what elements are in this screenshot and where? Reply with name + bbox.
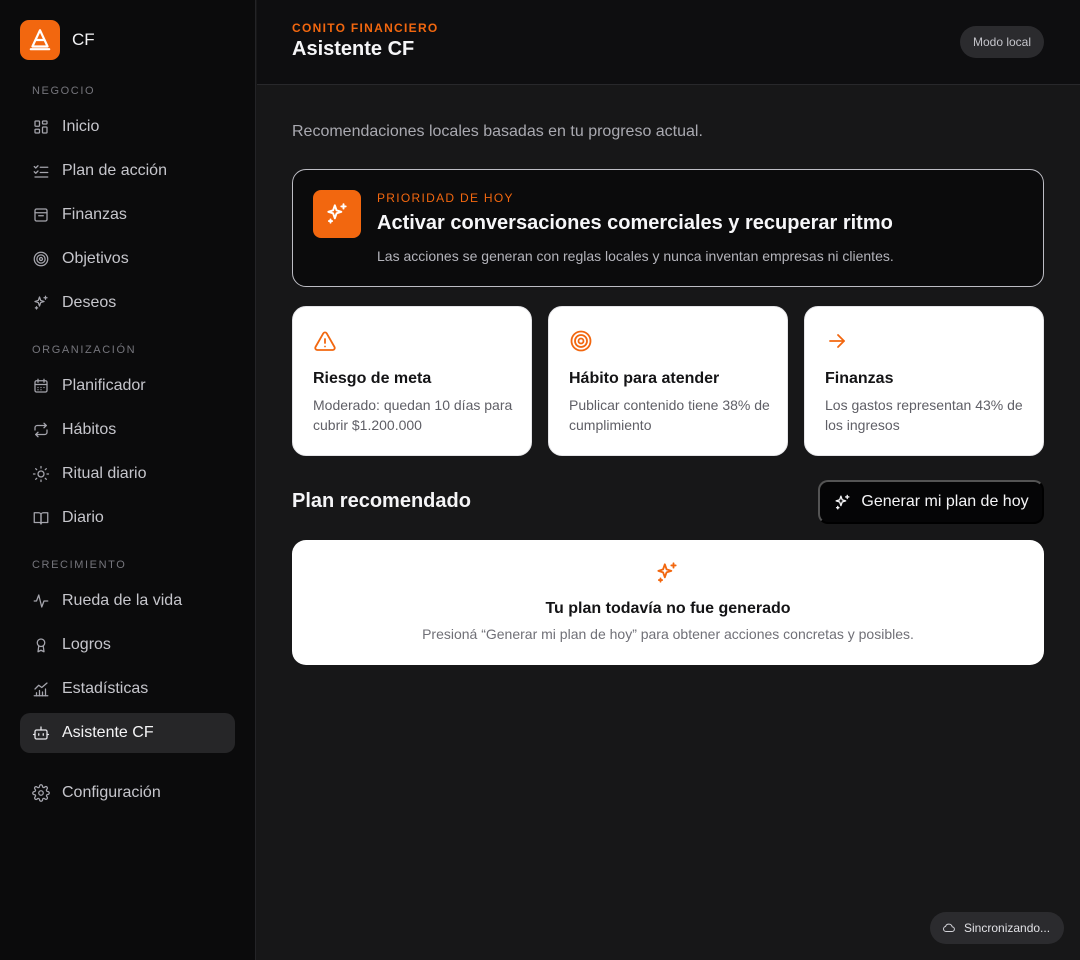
sidebar-item-label: Logros [62, 636, 111, 653]
bot-icon [32, 724, 50, 742]
award-icon [32, 636, 50, 654]
sidebar-item-label: Rueda de la vida [62, 592, 183, 609]
book-icon [32, 509, 50, 527]
warning-icon [313, 329, 337, 353]
sidebar-item-configuracion[interactable]: Configuración [20, 773, 235, 813]
card-title: Finanzas [825, 370, 894, 387]
generate-plan-label: Generar mi plan de hoy [861, 493, 1029, 510]
sidebar-item-label: Asistente CF [62, 724, 154, 741]
sidebar-item-label: Objetivos [62, 250, 129, 267]
sparkles-icon [313, 190, 361, 238]
sidebar-item-label: Diario [62, 509, 104, 526]
sidebar-item-deseos[interactable]: Deseos [20, 283, 235, 323]
card-description: Publicar contenido tiene 38% de cumplimi… [569, 397, 770, 433]
grid-icon [32, 118, 50, 136]
wallet-icon [32, 206, 50, 224]
sparkles-icon [654, 560, 680, 586]
section-label-crecimiento: CRECIMIENTO [32, 559, 127, 571]
plan-heading: Plan recomendado [292, 490, 471, 512]
sun-icon [32, 465, 50, 483]
sidebar-item-plan-de-accion[interactable]: Plan de acción [20, 151, 235, 191]
mode-badge: Modo local [959, 26, 1044, 58]
sidebar-item-diario[interactable]: Diario [20, 498, 235, 538]
sidebar-item-inicio[interactable]: Inicio [20, 107, 235, 147]
repeat-icon [32, 421, 50, 439]
sparkles-icon [32, 294, 50, 312]
sidebar-item-finanzas[interactable]: Finanzas [20, 195, 235, 235]
sidebar-item-label: Planificador [62, 377, 146, 394]
cone-icon [20, 20, 60, 60]
top-header: CONITO FINANCIERO Asistente CF Modo loca… [257, 0, 1080, 85]
sidebar-item-ritual-diario[interactable]: Ritual diario [20, 454, 235, 494]
empty-plan-title: Tu plan todavía no fue generado [545, 600, 791, 617]
sidebar-item-label: Hábitos [62, 421, 117, 438]
calendar-icon [32, 377, 50, 395]
sidebar-item-estadisticas[interactable]: Estadísticas [20, 669, 235, 709]
priority-kicker: PRIORIDAD DE HOY [377, 191, 514, 205]
sync-status: Sincronizando... [930, 912, 1064, 944]
goal-risk-card: Riesgo de meta Moderado: quedan 10 días … [292, 306, 532, 456]
card-title: Riesgo de meta [313, 370, 432, 387]
chart-icon [32, 680, 50, 698]
sidebar-item-logros[interactable]: Logros [20, 625, 235, 665]
priority-title: Activar conversaciones comerciales y rec… [377, 212, 893, 234]
sync-label: Sincronizando... [964, 921, 1051, 935]
sidebar-item-asistente-cf[interactable]: Asistente CF [20, 713, 235, 753]
sidebar-item-label: Finanzas [62, 206, 127, 223]
cloud-icon [943, 923, 955, 932]
brand[interactable]: CF [20, 20, 95, 60]
sidebar-item-habitos[interactable]: Hábitos [20, 410, 235, 450]
empty-plan-card: Tu plan todavía no fue generado Presioná… [292, 540, 1044, 665]
sidebar-item-planificador[interactable]: Planificador [20, 366, 235, 406]
habit-card: Hábito para atender Publicar contenido t… [548, 306, 788, 456]
section-label-negocio: NEGOCIO [32, 85, 96, 97]
generate-plan-button[interactable]: Generar mi plan de hoy [818, 480, 1044, 524]
header-kicker: CONITO FINANCIERO [292, 21, 439, 35]
sidebar-item-label: Inicio [62, 118, 100, 135]
priority-card: PRIORIDAD DE HOY Activar conversaciones … [292, 169, 1044, 287]
sidebar-item-label: Deseos [62, 294, 117, 311]
sparkles-icon [835, 494, 850, 510]
sidebar-item-rueda-de-la-vida[interactable]: Rueda de la vida [20, 581, 235, 621]
page-subtitle: Recomendaciones locales basadas en tu pr… [292, 123, 703, 140]
section-label-organizacion: ORGANIZACIÓN [32, 344, 137, 356]
sidebar-item-label: Ritual diario [62, 465, 147, 482]
sidebar: CF NEGOCIO Inicio Plan de acción Finanza… [0, 0, 256, 960]
card-title: Hábito para atender [569, 370, 720, 387]
checklist-icon [32, 162, 50, 180]
priority-description: Las acciones se generan con reglas local… [377, 248, 894, 264]
target-icon [569, 329, 593, 353]
page-title: Asistente CF [292, 38, 415, 60]
finances-card: Finanzas Los gastos representan 43% de l… [804, 306, 1044, 456]
card-description: Los gastos representan 43% de los ingres… [825, 397, 1023, 433]
empty-plan-description: Presioná “Generar mi plan de hoy” para o… [422, 626, 914, 642]
sidebar-item-label: Configuración [62, 784, 161, 801]
sidebar-item-objetivos[interactable]: Objetivos [20, 239, 235, 279]
activity-icon [32, 592, 50, 610]
sidebar-item-label: Plan de acción [62, 162, 167, 179]
sidebar-item-label: Estadísticas [62, 680, 149, 697]
gear-icon [32, 784, 50, 802]
card-description: Moderado: quedan 10 días para cubrir $1.… [313, 397, 513, 433]
arrow-right-icon [825, 329, 849, 353]
brand-name: CF [72, 30, 95, 49]
target-icon [32, 250, 50, 268]
